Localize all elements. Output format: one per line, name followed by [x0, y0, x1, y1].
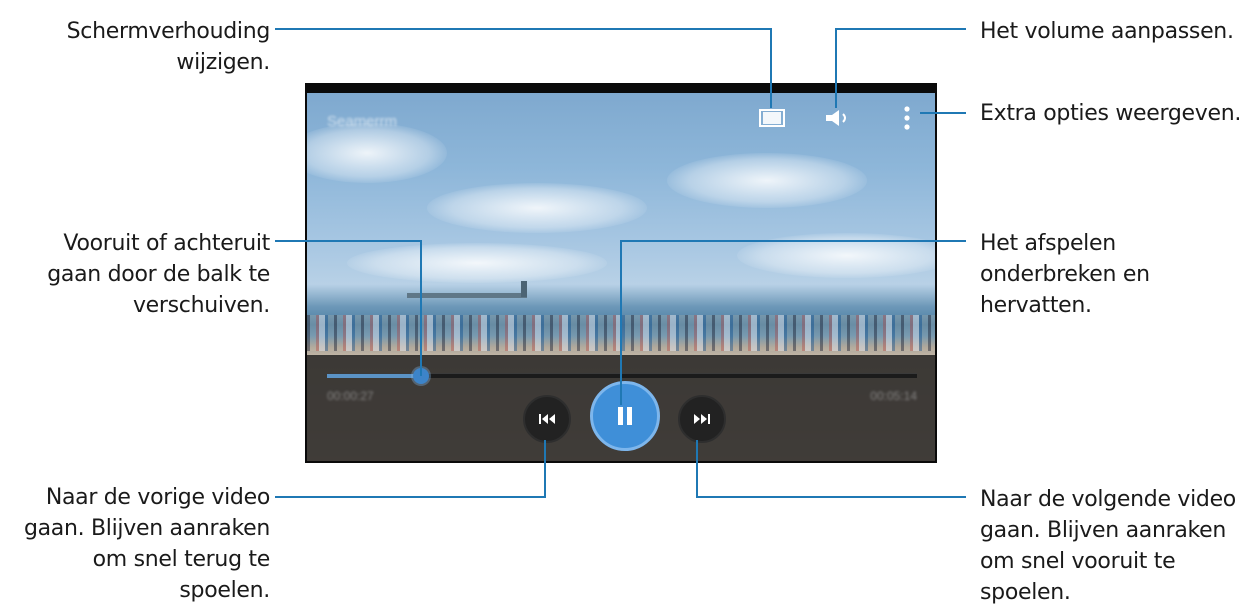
callout-line: gaan. Blijven aanraken [23, 516, 270, 541]
cloud [347, 243, 607, 283]
previous-video-button[interactable] [523, 395, 571, 443]
callout-line: Naar de vorige video [45, 485, 270, 510]
pier [407, 293, 527, 298]
callout-line: spoelen. [179, 578, 270, 603]
speaker-icon [826, 110, 846, 126]
callout-line: Het afspelen [980, 231, 1116, 256]
beach-umbrellas [307, 315, 935, 351]
callout-aspect-ratio: Schermverhouding wijzigen. [66, 16, 271, 78]
callout-line: Naar de volgende video [980, 487, 1236, 512]
callout-line: gaan door de balk te [47, 262, 270, 287]
pause-icon [618, 407, 632, 425]
callout-line: Extra opties weergeven. [980, 101, 1242, 126]
more-vertical-icon [904, 106, 910, 130]
aspect-ratio-icon [759, 109, 785, 127]
skip-previous-icon [539, 414, 555, 424]
cloud [667, 153, 867, 208]
callout-line: Het volume aanpassen. [980, 19, 1234, 44]
more-options-button[interactable] [895, 101, 919, 135]
callout-line: verschuiven. [132, 293, 270, 318]
callout-line: onderbreken en [980, 262, 1150, 287]
pause-button[interactable] [590, 381, 660, 451]
callout-previous: Naar de vorige video gaan. Blijven aanra… [24, 482, 270, 606]
callout-next: Naar de volgende video gaan. Blijven aan… [980, 484, 1236, 608]
callout-line: om snel terug te [92, 547, 271, 572]
video-frame[interactable]: Seamerrm 00:00:27 00:05:14 [307, 93, 935, 461]
callout-line: om snel vooruit te [980, 549, 1176, 574]
callout-volume: Het volume aanpassen. [980, 16, 1234, 47]
callout-pause: Het afspelen onderbreken en hervatten. [980, 228, 1150, 321]
pier-post [521, 281, 527, 297]
seek-bar-thumb[interactable] [413, 368, 430, 384]
callout-options: Extra opties weergeven. [980, 98, 1241, 129]
callout-line: Schermverhouding [66, 19, 271, 44]
skip-next-icon [694, 414, 710, 424]
callout-seek: Vooruit of achteruit gaan door de balk t… [47, 228, 270, 321]
cloud [737, 233, 935, 278]
video-player-screen: Seamerrm 00:00:27 00:05:14 [305, 83, 937, 463]
next-video-button[interactable] [678, 395, 726, 443]
cloud [427, 183, 647, 233]
callout-line: spoelen. [980, 580, 1071, 605]
volume-button[interactable] [821, 105, 855, 131]
aspect-ratio-button[interactable] [755, 105, 789, 131]
total-time: 00:05:14 [870, 389, 917, 403]
callout-line: gaan. Blijven aanraken [980, 518, 1227, 543]
video-title: Seamerrm [327, 113, 398, 130]
callout-line: wijzigen. [176, 50, 270, 75]
playback-controls: 00:00:27 00:05:14 [307, 355, 935, 461]
seek-bar[interactable] [327, 368, 917, 384]
seek-bar-fill [327, 374, 422, 378]
elapsed-time: 00:00:27 [327, 389, 374, 403]
callout-line: hervatten. [980, 293, 1092, 318]
cloud [307, 123, 447, 183]
callout-line: Vooruit of achteruit [63, 231, 270, 256]
